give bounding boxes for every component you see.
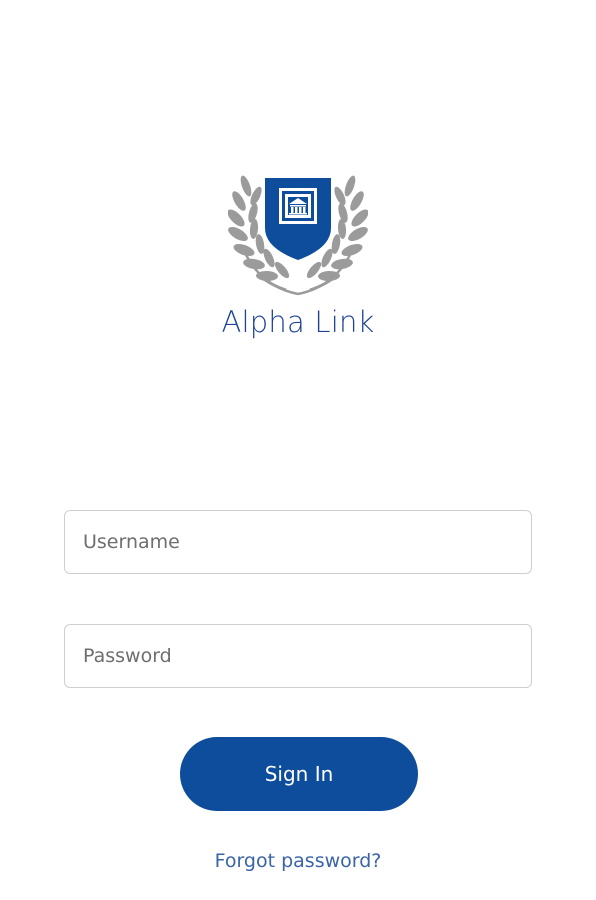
username-input[interactable]: [65, 511, 531, 573]
alpha-link-logo-icon: [228, 175, 368, 296]
sign-in-button[interactable]: Sign In: [180, 737, 418, 811]
shield-icon: [265, 178, 331, 260]
password-input[interactable]: [65, 625, 531, 687]
forgot-password-link[interactable]: Forgot password?: [0, 848, 596, 874]
app-name: Alpha Link: [221, 305, 375, 339]
username-field-container: [64, 510, 532, 574]
password-field-container: [64, 624, 532, 688]
